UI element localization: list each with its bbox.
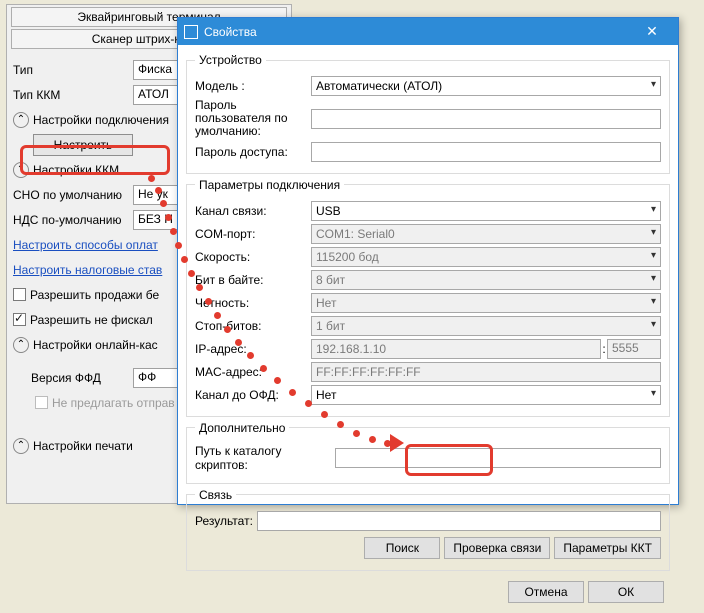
- dialog-title: Свойства: [204, 25, 632, 39]
- chevron-up-icon[interactable]: ⌃: [13, 337, 29, 353]
- checkbox-allow-sales-label: Разрешить продажи бе: [30, 288, 159, 302]
- section-online[interactable]: Настройки онлайн-кас: [33, 338, 158, 352]
- userpass-label: Пароль пользователя по умолчанию:: [195, 99, 311, 139]
- accesspass-input[interactable]: [311, 142, 661, 162]
- parity-label: Четность:: [195, 296, 311, 310]
- speed-label: Скорость:: [195, 250, 311, 264]
- dialog-titlebar[interactable]: Свойства ✕: [178, 18, 678, 45]
- checkbox-dont-offer-label: Не предлагать отправ: [52, 396, 175, 410]
- group-device-legend: Устройство: [195, 53, 266, 67]
- close-icon[interactable]: ✕: [632, 18, 672, 45]
- group-extra-legend: Дополнительно: [195, 421, 289, 435]
- accesspass-label: Пароль доступа:: [195, 145, 311, 159]
- checkbox-allow-sales[interactable]: [13, 288, 26, 301]
- checkbox-allow-nonfiscal-label: Разрешить не фискал: [30, 313, 153, 327]
- kkt-params-button[interactable]: Параметры ККТ: [554, 537, 661, 559]
- kkm-type-label: Тип ККМ: [13, 88, 133, 102]
- checkbox-dont-offer: [35, 396, 48, 409]
- port-input: 5555: [607, 339, 661, 359]
- model-label: Модель :: [195, 79, 311, 93]
- stopbits-label: Стоп-битов:: [195, 319, 311, 333]
- ok-button[interactable]: ОК: [588, 581, 664, 603]
- group-connection: Параметры подключения Канал связи: USB C…: [186, 178, 670, 417]
- parity-dropdown: Нет: [311, 293, 661, 313]
- group-connection-legend: Параметры подключения: [195, 178, 344, 192]
- model-dropdown[interactable]: Автоматически (АТОЛ): [311, 76, 661, 96]
- result-label: Результат:: [195, 514, 257, 528]
- chevron-up-icon[interactable]: ⌃: [13, 162, 29, 178]
- check-connection-button[interactable]: Проверка связи: [444, 537, 550, 559]
- checkbox-allow-nonfiscal[interactable]: [13, 313, 26, 326]
- group-device: Устройство Модель : Автоматически (АТОЛ)…: [186, 53, 670, 174]
- sno-label: СНО по умолчанию: [13, 188, 133, 202]
- bits-label: Бит в байте:: [195, 273, 311, 287]
- link-tax-rates[interactable]: Настроить налоговые став: [13, 263, 162, 277]
- comport-label: COM-порт:: [195, 227, 311, 241]
- group-link-legend: Связь: [195, 488, 236, 502]
- userpass-input[interactable]: [311, 109, 661, 129]
- nds-label: НДС по-умолчанию: [13, 213, 133, 227]
- mac-label: MAC-адрес:: [195, 365, 311, 379]
- channel-label: Канал связи:: [195, 204, 311, 218]
- scriptpath-input[interactable]: [335, 448, 661, 468]
- group-link: Связь Результат: Поиск Проверка связи Па…: [186, 488, 670, 571]
- speed-dropdown: 115200 бод: [311, 247, 661, 267]
- search-button[interactable]: Поиск: [364, 537, 440, 559]
- bits-dropdown: 8 бит: [311, 270, 661, 290]
- result-input[interactable]: [257, 511, 661, 531]
- stopbits-dropdown: 1 бит: [311, 316, 661, 336]
- ip-label: IP-адрес:: [195, 342, 311, 356]
- scriptpath-label: Путь к каталогу скриптов:: [195, 444, 335, 472]
- mac-input: FF:FF:FF:FF:FF:FF: [311, 362, 661, 382]
- type-label: Тип: [13, 63, 133, 77]
- ofd-label: Канал до ОФД:: [195, 388, 311, 402]
- section-connection[interactable]: Настройки подключения: [33, 113, 169, 127]
- ffd-label: Версия ФФД: [13, 371, 133, 385]
- group-extra: Дополнительно Путь к каталогу скриптов:: [186, 421, 670, 484]
- section-print[interactable]: Настройки печати: [33, 439, 133, 453]
- ip-input: 192.168.1.10: [311, 339, 601, 359]
- channel-dropdown[interactable]: USB: [311, 201, 661, 221]
- section-kkm[interactable]: Настройки ККМ: [33, 163, 119, 177]
- window-icon: [184, 25, 198, 39]
- cancel-button[interactable]: Отмена: [508, 581, 584, 603]
- chevron-up-icon[interactable]: ⌃: [13, 438, 29, 454]
- comport-dropdown: COM1: Serial0: [311, 224, 661, 244]
- ofd-dropdown[interactable]: Нет: [311, 385, 661, 405]
- chevron-up-icon[interactable]: ⌃: [13, 112, 29, 128]
- link-payment-methods[interactable]: Настроить способы оплат: [13, 238, 158, 252]
- properties-dialog: Свойства ✕ Устройство Модель : Автоматич…: [177, 17, 679, 505]
- configure-button[interactable]: Настроить: [33, 134, 133, 156]
